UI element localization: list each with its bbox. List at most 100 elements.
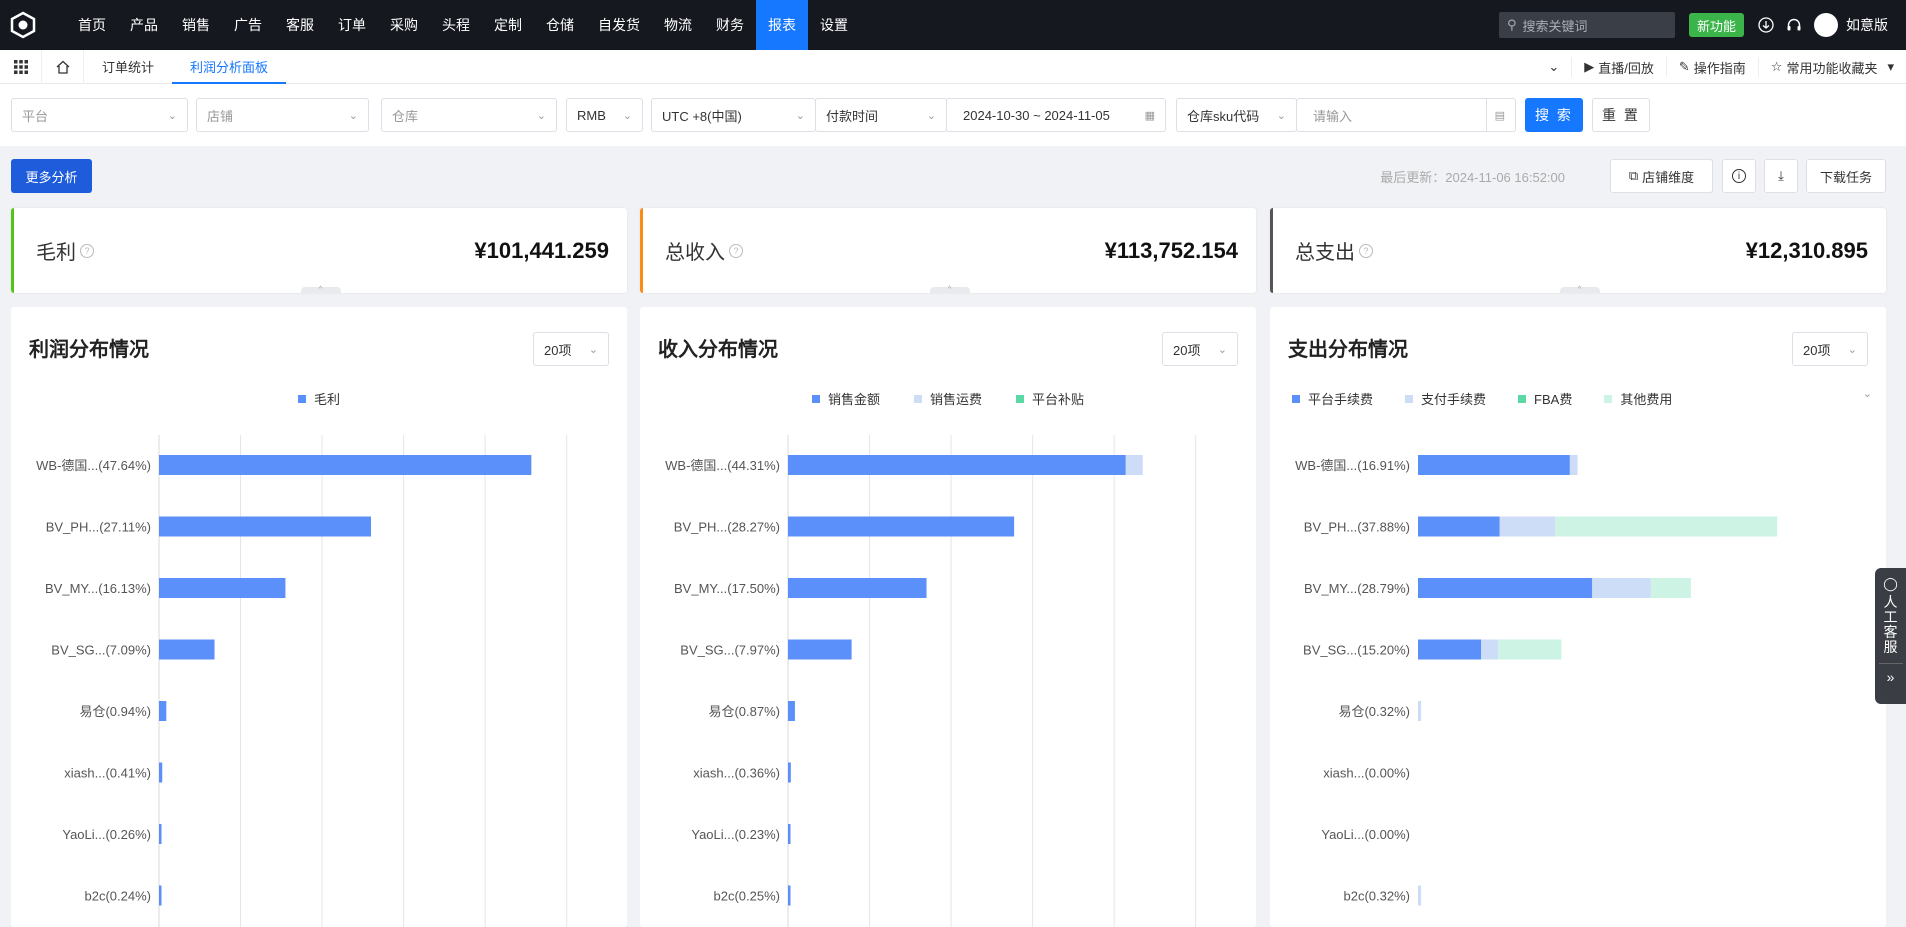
tab-1[interactable]: 利润分析面板: [172, 50, 287, 84]
home-icon[interactable]: [42, 49, 84, 84]
bar[interactable]: [788, 516, 1015, 537]
category-label: BV_SG...(7.09%): [51, 643, 151, 658]
nav-item-0[interactable]: 首页: [66, 0, 118, 50]
metric-card-0[interactable]: 毛利? ¥101,441.259 ^: [11, 208, 627, 293]
headset-icon[interactable]: [1786, 17, 1802, 33]
bar[interactable]: [1418, 701, 1422, 721]
nav-item-12[interactable]: 财务: [704, 0, 756, 50]
apps-grid-icon[interactable]: [0, 49, 42, 84]
logo-icon[interactable]: [0, 0, 46, 50]
bar[interactable]: [1569, 455, 1578, 475]
help-icon[interactable]: ?: [80, 243, 94, 258]
metric-card-1[interactable]: 总收入? ¥113,752.154 ^: [640, 208, 1256, 293]
chevron-down-icon: ⌄: [1276, 109, 1286, 122]
warehouse-select[interactable]: 仓库 ⌄: [381, 98, 557, 132]
double-chevron-right-icon[interactable]: »: [1887, 670, 1895, 685]
category-label: xiash...(0.36%): [693, 766, 780, 781]
bar[interactable]: [788, 455, 1126, 475]
category-label: YaoLi...(0.23%): [691, 827, 780, 842]
customer-service-tab[interactable]: ◯ 人工客服 »: [1875, 568, 1906, 704]
date-range-picker[interactable]: 2024-10-30 ~ 2024-11-05 ▦: [946, 98, 1166, 132]
live-replay-link[interactable]: ▶ 直播/回放: [1571, 57, 1666, 77]
nav-item-13[interactable]: 报表: [756, 0, 808, 50]
bar[interactable]: [159, 639, 215, 660]
bar[interactable]: [788, 578, 927, 598]
sku-type-select[interactable]: 仓库sku代码 ⌄: [1176, 98, 1297, 132]
store-select[interactable]: 店铺 ⌄: [196, 98, 369, 132]
expand-handle-icon[interactable]: ^: [300, 286, 341, 293]
nav-item-10[interactable]: 自发货: [586, 0, 652, 50]
bar[interactable]: [159, 762, 163, 783]
sku-input[interactable]: 请输入 ▤: [1296, 98, 1516, 132]
bar[interactable]: [1592, 578, 1651, 598]
bar[interactable]: [159, 824, 162, 844]
tab-dropdown-chevron[interactable]: ⌄: [1536, 57, 1571, 77]
nav-item-11[interactable]: 物流: [652, 0, 704, 50]
bar[interactable]: [1650, 578, 1691, 598]
bar[interactable]: [1418, 639, 1482, 660]
time-type-select[interactable]: 付款时间 ⌄: [815, 98, 947, 132]
category-label: BV_MY...(16.13%): [45, 581, 151, 596]
nav-item-7[interactable]: 头程: [430, 0, 482, 50]
expand-handle-icon[interactable]: ^: [929, 286, 970, 293]
bar[interactable]: [1498, 639, 1562, 660]
bar[interactable]: [788, 885, 791, 906]
bar[interactable]: [788, 701, 795, 721]
bar[interactable]: [159, 578, 286, 598]
chart-panel-2: 支出分布情况 20项 ⌄ 平台手续费 支付手续费 FBA费 其他费用 ⌄ WB-德国...(16…: [1270, 307, 1886, 927]
platform-select[interactable]: 平台 ⌄: [11, 98, 188, 132]
timezone-select[interactable]: UTC +8(中国) ⌄: [651, 98, 816, 132]
nav-item-5[interactable]: 订单: [326, 0, 378, 50]
global-search-input[interactable]: ⚲ 搜索关键词: [1498, 12, 1675, 38]
nav-item-2[interactable]: 销售: [170, 0, 222, 50]
more-analysis-button[interactable]: 更多分析: [11, 159, 92, 193]
batch-input-icon[interactable]: ▤: [1485, 99, 1505, 131]
bar[interactable]: [159, 701, 167, 721]
help-icon[interactable]: ?: [729, 243, 743, 258]
new-feature-button[interactable]: 新功能: [1688, 13, 1744, 37]
bar[interactable]: [1418, 516, 1500, 537]
nav-item-1[interactable]: 产品: [118, 0, 170, 50]
guide-link[interactable]: ✎ 操作指南: [1665, 57, 1758, 77]
tab-0[interactable]: 订单统计: [84, 50, 172, 84]
user-name[interactable]: 如意版: [1846, 15, 1888, 35]
chevron-down-icon: ⌄: [536, 109, 546, 122]
bar[interactable]: [1555, 516, 1778, 537]
metric-label-text: 总收入: [665, 242, 725, 264]
category-label: BV_SG...(15.20%): [1303, 643, 1410, 658]
nav-item-9[interactable]: 仓储: [534, 0, 586, 50]
expand-handle-icon[interactable]: ^: [1559, 286, 1600, 293]
chevron-down-icon: ⌄: [622, 109, 632, 122]
play-circle-icon: ▶: [1584, 59, 1595, 74]
reset-button[interactable]: 重 置: [1592, 98, 1650, 132]
bar[interactable]: [159, 455, 532, 475]
search-button[interactable]: 搜 索: [1525, 98, 1583, 132]
help-icon[interactable]: ?: [1359, 243, 1373, 258]
bar[interactable]: [159, 516, 371, 537]
currency-select[interactable]: RMB ⌄: [566, 98, 643, 132]
bar[interactable]: [788, 762, 791, 783]
nav-item-8[interactable]: 定制: [482, 0, 534, 50]
bar[interactable]: [1418, 578, 1593, 598]
bar[interactable]: [159, 885, 162, 906]
download-icon[interactable]: [1758, 17, 1774, 33]
bar[interactable]: [1418, 455, 1570, 475]
bar[interactable]: [1125, 455, 1143, 475]
avatar[interactable]: [1814, 13, 1838, 37]
favorites-link[interactable]: ☆ 常用功能收藏夹 ▾: [1757, 57, 1906, 77]
store-dimension-button[interactable]: ⧉ 店铺维度: [1610, 159, 1713, 193]
bar[interactable]: [788, 824, 791, 844]
info-icon: i: [1732, 169, 1746, 183]
download-task-button[interactable]: 下载任务: [1806, 159, 1886, 193]
export-button[interactable]: ⤓: [1764, 159, 1798, 193]
nav-item-14[interactable]: 设置: [808, 0, 860, 50]
bar[interactable]: [1499, 516, 1556, 537]
nav-item-4[interactable]: 客服: [274, 0, 326, 50]
metric-card-2[interactable]: 总支出? ¥12,310.895 ^: [1270, 208, 1886, 293]
bar[interactable]: [1481, 639, 1499, 660]
nav-item-6[interactable]: 采购: [378, 0, 430, 50]
nav-item-3[interactable]: 广告: [222, 0, 274, 50]
bar[interactable]: [1418, 885, 1422, 906]
bar[interactable]: [788, 639, 852, 660]
info-button[interactable]: i: [1722, 159, 1756, 193]
